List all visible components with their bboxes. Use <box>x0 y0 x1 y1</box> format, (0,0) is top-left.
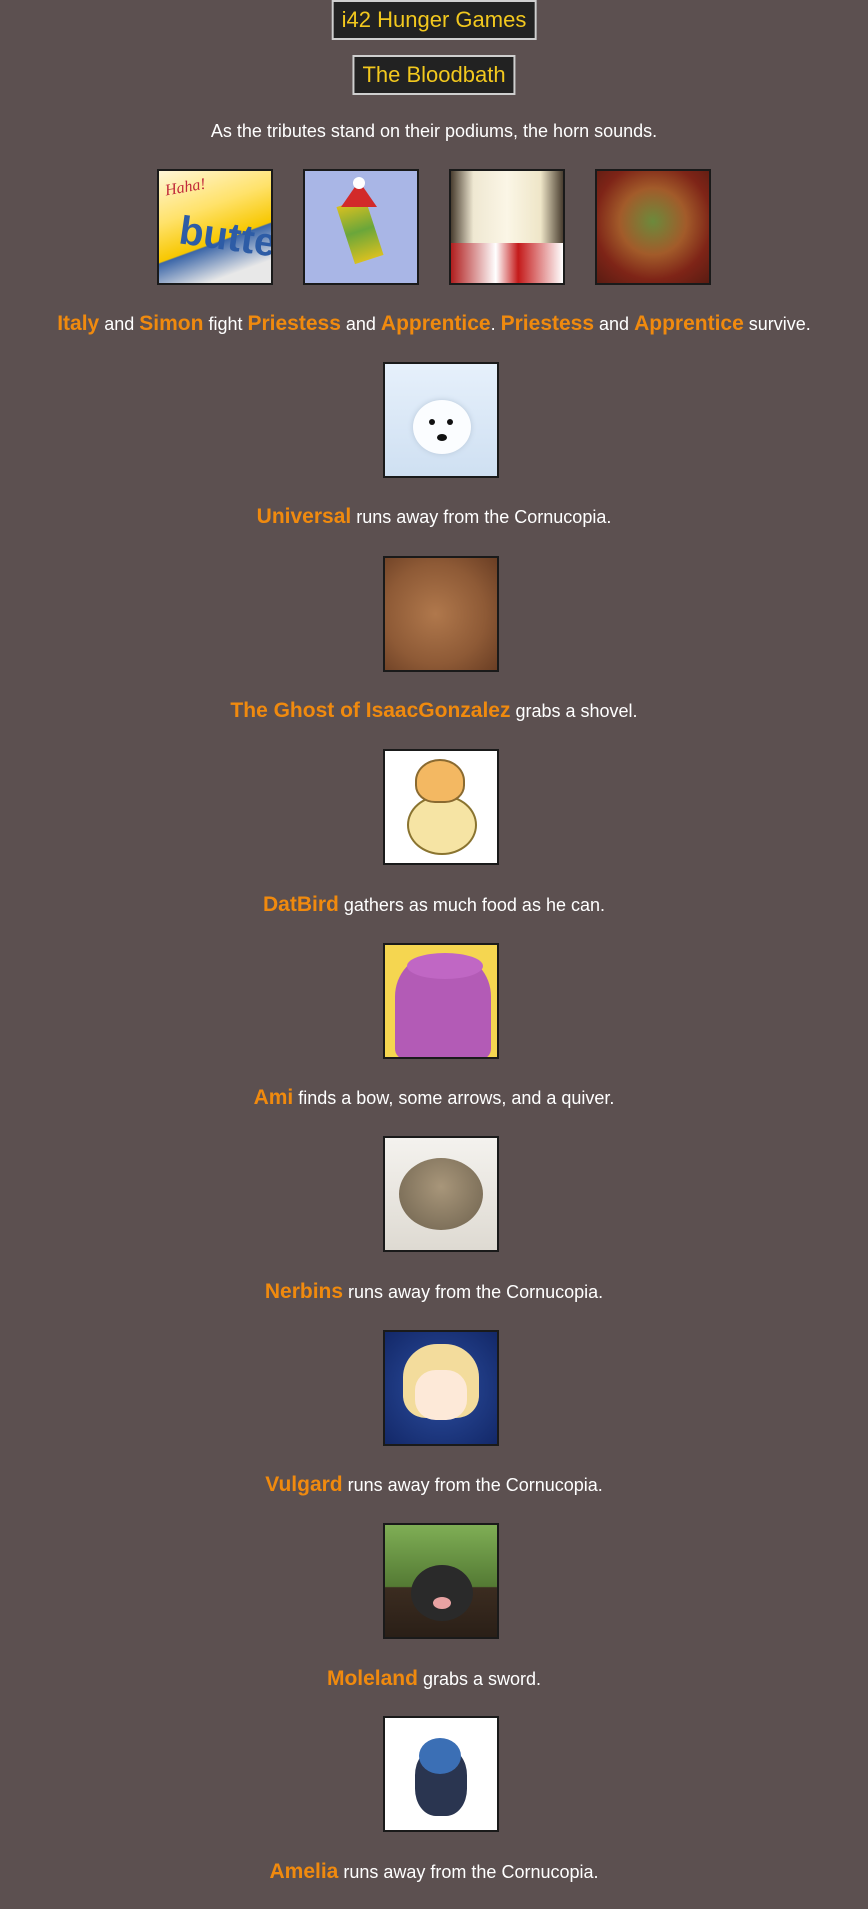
polar-bear-avatar <box>383 362 499 478</box>
section-title: The Bloodbath <box>352 55 516 95</box>
tribute-name: Priestess <box>247 312 341 335</box>
event-text: Universal runs away from the Cornucopia. <box>256 505 612 528</box>
white-haired-anime-avatar <box>449 169 565 285</box>
tribute-name: DatBird <box>262 893 339 916</box>
event-text: Moleland grabs a sword. <box>326 1667 542 1690</box>
page-title: i42 Hunger Games <box>331 0 537 40</box>
tribute-name: Universal <box>256 505 352 528</box>
group-event-text: Italy and Simon fight Priestess and Appr… <box>57 312 811 335</box>
event-text: Nerbins runs away from the Cornucopia. <box>264 1280 604 1303</box>
tribute-name: Apprentice <box>380 312 491 335</box>
tribute-name: Vulgard <box>265 1473 343 1496</box>
purple-character-avatar <box>383 943 499 1059</box>
group-avatars: Haha! butte <box>0 169 868 285</box>
event-text: Amelia runs away from the Cornucopia. <box>269 1860 599 1883</box>
butter-avatar: Haha! butte <box>157 169 273 285</box>
duck-avatar <box>383 749 499 865</box>
red-armored-anime-avatar <box>595 169 711 285</box>
chibi-knight-avatar <box>383 1716 499 1832</box>
event-text: Vulgard runs away from the Cornucopia. <box>265 1473 603 1496</box>
frog-avatar <box>383 1136 499 1252</box>
tribute-name: Ami <box>253 1086 294 1109</box>
tribute-name: Moleland <box>326 1667 418 1690</box>
mole-avatar <box>383 1523 499 1639</box>
blonde-knight-avatar <box>383 1330 499 1446</box>
skin-closeup-avatar <box>383 556 499 672</box>
event-text: DatBird gathers as much food as he can. <box>262 893 605 916</box>
tribute-name: The Ghost of IsaacGonzalez <box>230 699 511 722</box>
tribute-name: Italy <box>57 312 100 335</box>
minecraft-santa-avatar <box>303 169 419 285</box>
tribute-name: Apprentice <box>634 312 744 335</box>
tribute-name: Nerbins <box>264 1280 344 1303</box>
event-text: Ami finds a bow, some arrows, and a quiv… <box>253 1086 615 1109</box>
intro-text: As the tributes stand on their podiums, … <box>210 121 658 141</box>
tribute-name: Priestess <box>500 312 595 335</box>
tribute-name: Simon <box>139 312 204 335</box>
tribute-name: Amelia <box>269 1860 339 1883</box>
event-text: The Ghost of IsaacGonzalez grabs a shove… <box>230 699 638 722</box>
